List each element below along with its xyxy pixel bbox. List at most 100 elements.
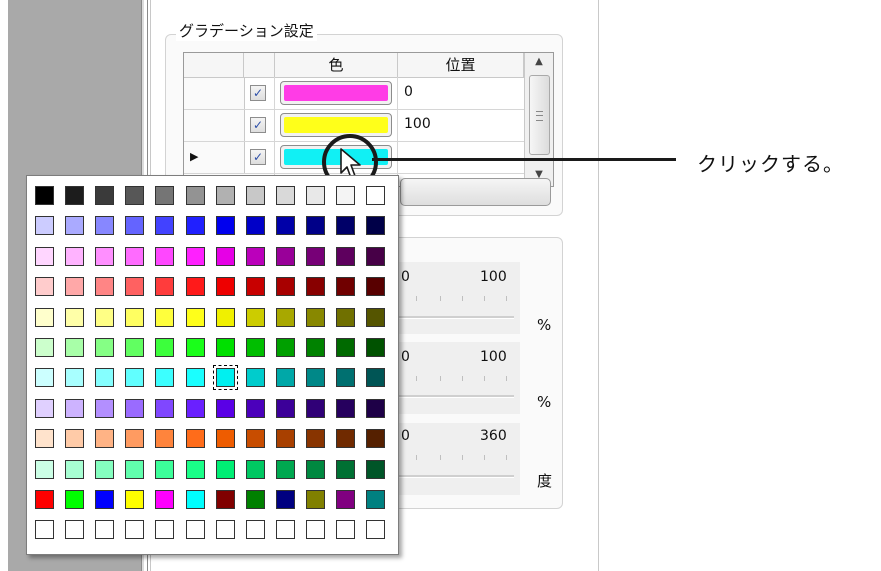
palette-color-cell[interactable] xyxy=(65,399,84,418)
palette-color-cell[interactable] xyxy=(186,247,205,266)
palette-color-cell[interactable] xyxy=(306,308,325,327)
gradient-preview-button[interactable] xyxy=(400,178,551,206)
palette-color-cell[interactable] xyxy=(306,429,325,448)
palette-color-cell[interactable] xyxy=(366,338,385,357)
palette-color-cell[interactable] xyxy=(186,368,205,387)
palette-color-cell[interactable] xyxy=(306,216,325,235)
palette-color-cell[interactable] xyxy=(35,186,54,205)
palette-color-cell[interactable] xyxy=(336,399,355,418)
palette-color-cell[interactable] xyxy=(35,277,54,296)
palette-color-cell[interactable] xyxy=(366,186,385,205)
palette-color-cell[interactable] xyxy=(95,368,114,387)
palette-color-cell[interactable] xyxy=(306,368,325,387)
palette-color-cell[interactable] xyxy=(276,277,295,296)
palette-color-cell[interactable] xyxy=(246,247,265,266)
palette-color-cell[interactable] xyxy=(276,186,295,205)
palette-color-cell[interactable] xyxy=(276,368,295,387)
palette-color-cell[interactable] xyxy=(213,365,238,390)
palette-color-cell[interactable] xyxy=(276,399,295,418)
stop-color-button[interactable] xyxy=(280,81,392,105)
palette-color-cell[interactable] xyxy=(155,247,174,266)
palette-color-cell[interactable] xyxy=(246,186,265,205)
palette-color-cell[interactable] xyxy=(336,368,355,387)
palette-color-cell[interactable] xyxy=(65,216,84,235)
slider-2-track[interactable] xyxy=(397,395,514,398)
palette-color-cell[interactable] xyxy=(95,490,114,509)
scroll-up-arrow-icon[interactable]: ▲ xyxy=(525,53,553,71)
palette-color-cell[interactable] xyxy=(95,520,114,539)
palette-color-cell[interactable] xyxy=(216,399,235,418)
palette-color-cell[interactable] xyxy=(35,460,54,479)
palette-color-cell[interactable] xyxy=(216,277,235,296)
palette-color-cell[interactable] xyxy=(276,520,295,539)
palette-color-cell[interactable] xyxy=(246,277,265,296)
palette-color-cell[interactable] xyxy=(276,460,295,479)
slider-3-track[interactable] xyxy=(397,475,514,478)
palette-color-cell[interactable] xyxy=(366,308,385,327)
palette-color-cell[interactable] xyxy=(95,277,114,296)
row-header[interactable] xyxy=(184,78,245,109)
palette-color-cell[interactable] xyxy=(155,338,174,357)
palette-color-cell[interactable] xyxy=(216,429,235,448)
palette-color-cell[interactable] xyxy=(276,308,295,327)
palette-color-cell[interactable] xyxy=(246,368,265,387)
palette-color-cell[interactable] xyxy=(155,460,174,479)
palette-color-cell[interactable] xyxy=(65,520,84,539)
palette-color-cell[interactable] xyxy=(125,186,144,205)
palette-color-cell[interactable] xyxy=(366,490,385,509)
palette-color-cell[interactable] xyxy=(35,490,54,509)
palette-color-cell[interactable] xyxy=(186,490,205,509)
palette-color-cell[interactable] xyxy=(276,247,295,266)
palette-color-cell[interactable] xyxy=(95,308,114,327)
palette-color-cell[interactable] xyxy=(246,399,265,418)
stop-enabled-checkbox[interactable]: ✓ xyxy=(250,85,266,101)
palette-color-cell[interactable] xyxy=(306,338,325,357)
palette-color-cell[interactable] xyxy=(186,216,205,235)
palette-color-cell[interactable] xyxy=(125,520,144,539)
palette-color-cell[interactable] xyxy=(336,429,355,448)
palette-color-cell[interactable] xyxy=(336,216,355,235)
palette-color-cell[interactable] xyxy=(65,308,84,327)
palette-color-cell[interactable] xyxy=(216,308,235,327)
palette-color-cell[interactable] xyxy=(246,308,265,327)
palette-color-cell[interactable] xyxy=(216,520,235,539)
palette-color-cell[interactable] xyxy=(65,338,84,357)
palette-color-cell[interactable] xyxy=(276,216,295,235)
palette-color-cell[interactable] xyxy=(155,490,174,509)
palette-color-cell[interactable] xyxy=(216,186,235,205)
palette-color-cell[interactable] xyxy=(186,399,205,418)
stop-position-value[interactable]: 0 xyxy=(404,84,413,100)
row-header[interactable]: ▶ xyxy=(184,142,245,173)
palette-color-cell[interactable] xyxy=(306,460,325,479)
palette-color-cell[interactable] xyxy=(35,429,54,448)
palette-color-cell[interactable] xyxy=(125,460,144,479)
palette-color-cell[interactable] xyxy=(155,429,174,448)
grid-color-header[interactable]: 色 xyxy=(275,53,398,78)
palette-color-cell[interactable] xyxy=(155,186,174,205)
palette-color-cell[interactable] xyxy=(276,429,295,448)
palette-color-cell[interactable] xyxy=(216,490,235,509)
palette-color-cell[interactable] xyxy=(95,247,114,266)
palette-color-cell[interactable] xyxy=(276,490,295,509)
palette-color-cell[interactable] xyxy=(65,490,84,509)
palette-color-cell[interactable] xyxy=(306,247,325,266)
palette-color-cell[interactable] xyxy=(336,277,355,296)
palette-color-cell[interactable] xyxy=(246,490,265,509)
palette-color-cell[interactable] xyxy=(95,460,114,479)
palette-color-cell[interactable] xyxy=(95,186,114,205)
palette-color-cell[interactable] xyxy=(65,186,84,205)
scroll-thumb[interactable] xyxy=(529,75,550,155)
stop-position-value[interactable]: 100 xyxy=(404,116,431,132)
palette-color-cell[interactable] xyxy=(366,247,385,266)
row-header[interactable] xyxy=(184,110,245,141)
palette-color-cell[interactable] xyxy=(65,460,84,479)
palette-color-cell[interactable] xyxy=(35,368,54,387)
palette-color-cell[interactable] xyxy=(216,247,235,266)
palette-color-cell[interactable] xyxy=(186,308,205,327)
palette-color-cell[interactable] xyxy=(65,277,84,296)
palette-color-cell[interactable] xyxy=(95,429,114,448)
palette-color-cell[interactable] xyxy=(336,490,355,509)
palette-color-cell[interactable] xyxy=(155,368,174,387)
palette-color-cell[interactable] xyxy=(336,520,355,539)
stop-enabled-checkbox[interactable]: ✓ xyxy=(250,149,266,165)
